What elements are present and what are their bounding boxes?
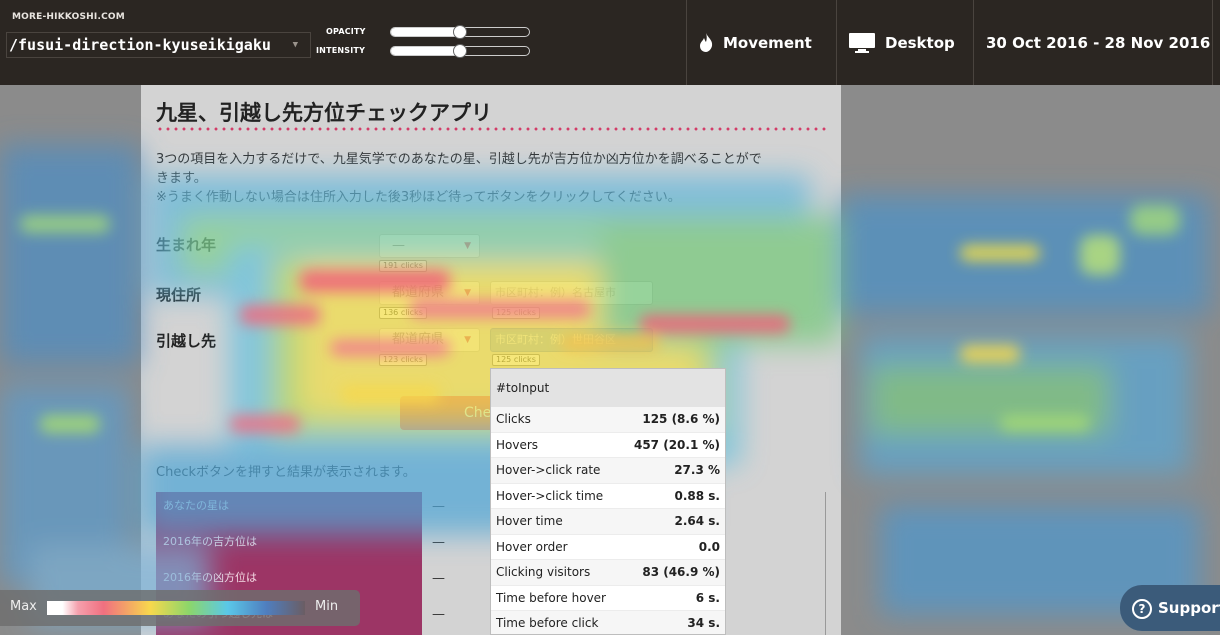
movement-label: Movement	[723, 33, 812, 52]
description-line: 3つの項目を入力するだけで、九星気学でのあなたの星、引越し先が吉方位か凶方位かを…	[156, 152, 762, 167]
stat-label: Hovers	[496, 437, 539, 452]
destination-prefecture-select[interactable]: 都道府県 ▼	[379, 328, 480, 352]
stat-row: Hover order 0.0	[491, 535, 725, 560]
stat-label: Clicking visitors	[496, 565, 591, 580]
birth-year-label: 生まれ年	[156, 236, 217, 254]
stat-row: Time before hover 6 s.	[491, 586, 725, 611]
element-stats-tooltip: #toInput Clicks 125 (8.6 %) Hovers 457 (20…	[490, 368, 726, 635]
help-icon: ?	[1132, 598, 1152, 619]
birth-year-select[interactable]: — ▼	[379, 234, 480, 258]
destination-city-input[interactable]: 市区町村：例）世田谷区	[490, 328, 653, 352]
destination-label: 引越し先	[156, 332, 217, 350]
stat-value: 457 (20.1 %)	[633, 437, 720, 452]
stat-value: 6 s.	[695, 590, 720, 605]
chevron-down-icon: ▼	[464, 335, 471, 345]
stat-label: Hover time	[496, 514, 563, 529]
chevron-down-icon: ▼	[464, 241, 471, 251]
support-button[interactable]: ? Support	[1120, 585, 1220, 631]
chevron-down-icon: ▼	[464, 288, 471, 298]
stat-label: Hover order	[496, 539, 568, 554]
result-label: あなたの星は	[156, 492, 422, 528]
stat-label: Hover->click rate	[496, 463, 601, 478]
device-label: Desktop	[885, 33, 955, 52]
stat-value: 0.0	[698, 539, 720, 554]
current-prefecture-select[interactable]: 都道府県 ▼	[379, 281, 480, 305]
stat-value: 2.64 s.	[674, 514, 721, 529]
date-range-label: 30 Oct 2016 - 28 Nov 2016	[986, 33, 1211, 52]
device-button[interactable]: Desktop	[836, 0, 973, 85]
birth-year-value: —	[392, 238, 405, 253]
destination-prefecture-value: 都道府県	[392, 332, 445, 347]
date-range-picker[interactable]: 30 Oct 2016 - 28 Nov 2016	[973, 0, 1213, 85]
heatmap-legend: Max Min	[0, 590, 360, 626]
stat-label: Clicks	[496, 412, 531, 427]
stat-value: 34 s.	[687, 616, 720, 631]
current-address-label: 現住所	[156, 286, 202, 304]
legend-gradient	[47, 601, 305, 615]
page-left-margin	[0, 85, 141, 635]
intensity-slider-fill	[391, 47, 460, 55]
page-title: 九星、引越し先方位チェックアプリ	[156, 101, 492, 125]
intensity-slider-handle[interactable]	[453, 44, 467, 58]
click-count-badge: 125 clicks	[492, 354, 540, 366]
stat-label: Time before hover	[496, 590, 606, 605]
opacity-label: OPACITY	[326, 27, 366, 36]
stat-value: 0.88 s.	[674, 488, 721, 503]
stat-label: Hover->click time	[496, 488, 604, 503]
page-selector-value: /fusui-direction-kyuseikigaku	[9, 36, 271, 54]
tooltip-selector: #toInput	[491, 369, 725, 407]
intensity-label: INTENSITY	[316, 46, 366, 55]
support-label: Support	[1158, 599, 1220, 617]
description-line: きます。	[156, 171, 207, 186]
stat-row: Clicking visitors 83 (46.9 %)	[491, 560, 725, 586]
stat-row: Hover time 2.64 s.	[491, 509, 725, 535]
current-city-input[interactable]: 市区町村：例）名古屋市	[490, 281, 653, 305]
stat-value: 27.3 %	[674, 463, 720, 478]
opacity-slider-handle[interactable]	[453, 25, 467, 39]
page-right-margin	[841, 85, 1220, 635]
legend-max-label: Max	[10, 599, 37, 614]
legend-min-label: Min	[315, 599, 339, 614]
chevron-down-icon: ▼	[292, 40, 298, 50]
description-note: ※うまく作動しない場合は住所入力した後3秒ほど待ってボタンをクリックしてください…	[156, 190, 681, 205]
stat-value: 83 (46.9 %)	[642, 565, 720, 580]
site-name: MORE-HIKKOSHI.COM	[12, 12, 125, 22]
stat-row: Clicks 125 (8.6 %)	[491, 407, 725, 433]
click-count-badge: 136 clicks	[379, 307, 427, 319]
opacity-slider-fill	[391, 28, 460, 36]
click-count-badge: 191 clicks	[379, 260, 427, 272]
stat-row: Hover->click time 0.88 s.	[491, 484, 725, 509]
heatmap-toolbar: MORE-HIKKOSHI.COM /fusui-direction-kyuse…	[0, 0, 1220, 85]
dotted-divider	[156, 127, 828, 131]
current-prefecture-value: 都道府県	[392, 285, 445, 300]
flame-icon	[699, 33, 713, 52]
page-description: 3つの項目を入力するだけで、九星気学でのあなたの星、引越し先が吉方位か凶方位かを…	[156, 150, 836, 207]
desktop-icon	[849, 32, 875, 53]
result-label: 2016年の吉方位は	[156, 528, 422, 564]
click-count-badge: 123 clicks	[379, 354, 427, 366]
stat-label: Time before click	[496, 616, 599, 631]
stat-row: Hovers 457 (20.1 %)	[491, 433, 725, 458]
stat-row: Time before click 34 s.	[491, 611, 725, 634]
stat-row: Hover->click rate 27.3 %	[491, 458, 725, 484]
click-count-badge: 125 clicks	[492, 307, 540, 319]
result-note: Checkボタンを押すと結果が表示されます。	[156, 465, 416, 480]
stat-value: 125 (8.6 %)	[642, 412, 720, 427]
page-selector[interactable]: /fusui-direction-kyuseikigaku ▼	[6, 32, 311, 58]
movement-button[interactable]: Movement	[686, 0, 836, 85]
